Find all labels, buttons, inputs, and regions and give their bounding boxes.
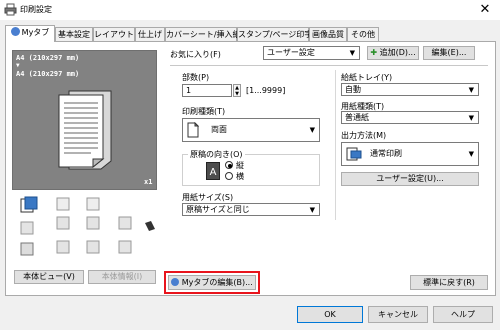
orientation-label: 原稿の向き(O)	[188, 149, 245, 160]
print-preview: A4 (210x297 mm) ▼ A4 (210x297 mm) x1	[12, 50, 157, 190]
copies-input[interactable]: 1	[182, 84, 232, 97]
add-favorite-button[interactable]: ✚ 追加(D)...	[367, 46, 419, 60]
printer-view-button[interactable]: 本体ビュー(V)	[14, 270, 84, 284]
favorites-label: お気に入り(F)	[170, 50, 221, 59]
tab-layout[interactable]: レイアウト	[93, 27, 135, 41]
portrait-a-icon: A	[206, 162, 220, 180]
copies-badge: x1	[144, 178, 153, 186]
tab-other[interactable]: その他	[347, 27, 379, 41]
portrait-radio[interactable]	[225, 161, 233, 169]
paper-size-label: 用紙サイズ(S)	[182, 193, 234, 202]
book-icon	[145, 221, 155, 231]
tab-basic[interactable]: 基本設定	[55, 27, 93, 41]
landscape-label: 横	[236, 172, 244, 181]
highlight-box	[164, 271, 260, 294]
svg-text:A: A	[210, 167, 217, 178]
tab-quality[interactable]: 画像品質	[309, 27, 347, 41]
paper-size-select[interactable]: 原稿サイズと同じ ▼	[182, 203, 320, 216]
fold-icon	[118, 240, 132, 254]
tray3-icon	[86, 216, 100, 230]
tray1-icon	[20, 221, 34, 235]
chevron-down-icon: ▼	[349, 49, 355, 57]
output-method-select[interactable]: 通常印刷 ▼	[341, 142, 479, 166]
output-method-label: 出力方法(M)	[341, 131, 387, 140]
duplex-page-icon	[187, 122, 199, 138]
chevron-down-icon: ▼	[468, 114, 474, 122]
staple-icon	[56, 197, 70, 211]
window-title: 印刷設定	[20, 5, 52, 14]
divider	[170, 65, 488, 66]
print-type-label: 印刷種類(T)	[182, 107, 226, 116]
output-paper-size: A4 (210x297 mm)	[16, 54, 80, 62]
chevron-down-icon: ▼	[309, 206, 315, 214]
portrait-label: 縦	[236, 161, 244, 170]
page-preview-icon	[58, 90, 112, 170]
group-icon	[86, 240, 100, 254]
tab-cover-sheet[interactable]: カバーシート/挿入紙	[165, 27, 241, 41]
printer-illustration	[12, 194, 157, 264]
tab-stamp[interactable]: スタンプ/ページ印字	[237, 27, 312, 41]
normal-print-icon	[346, 147, 362, 161]
copies-range: [1...9999]	[246, 86, 286, 95]
print-type-select[interactable]: 両面 ▼	[182, 118, 320, 142]
paper-tray-select[interactable]: 自動 ▼	[341, 83, 479, 96]
tab-my-tab[interactable]: Myタブ	[5, 25, 55, 42]
copies-label: 部数(P)	[182, 73, 210, 82]
close-button[interactable]: ✕	[476, 2, 494, 18]
user-icon	[10, 27, 20, 36]
copies-stepper[interactable]: ▲ ▼	[233, 84, 241, 97]
vertical-divider	[335, 70, 336, 220]
chevron-down-icon: ▼	[468, 86, 474, 94]
help-button[interactable]: ヘルプ	[433, 306, 493, 323]
cancel-button[interactable]: キャンセル	[368, 306, 428, 323]
tab-strip: Myタブ 基本設定 レイアウト 仕上げ カバーシート/挿入紙 スタンプ/ページ印…	[0, 25, 500, 42]
add-icon: ✚	[370, 48, 378, 57]
chevron-down-icon: ▼	[309, 126, 315, 134]
finisher-icon	[20, 242, 34, 256]
title-bar: 印刷設定 ✕	[0, 0, 500, 20]
tray4-icon	[118, 216, 132, 230]
paper-tray-label: 給紙トレイ(Y)	[341, 73, 393, 82]
restore-default-button[interactable]: 標準に戻す(R)	[410, 275, 488, 290]
ok-button[interactable]: OK	[297, 306, 363, 323]
user-settings-button[interactable]: ユーザー設定(U)...	[341, 172, 479, 186]
landscape-radio[interactable]	[225, 172, 233, 180]
printer-info-button[interactable]: 本体情報(I)	[88, 270, 156, 284]
tray2-icon	[56, 216, 70, 230]
printer-icon	[4, 3, 17, 16]
paper-type-select[interactable]: 普通紙 ▼	[341, 111, 479, 124]
sort-icon	[56, 240, 70, 254]
original-paper-size: A4 (210x297 mm)	[16, 70, 80, 78]
punch-icon	[86, 197, 100, 211]
edit-favorite-button[interactable]: 編集(E)...	[423, 46, 475, 60]
output-tray-icon	[20, 196, 38, 213]
favorites-select[interactable]: ユーザー設定 ▼	[263, 46, 360, 60]
tab-finishing[interactable]: 仕上げ	[135, 27, 165, 41]
chevron-down-icon: ▼	[468, 150, 474, 158]
